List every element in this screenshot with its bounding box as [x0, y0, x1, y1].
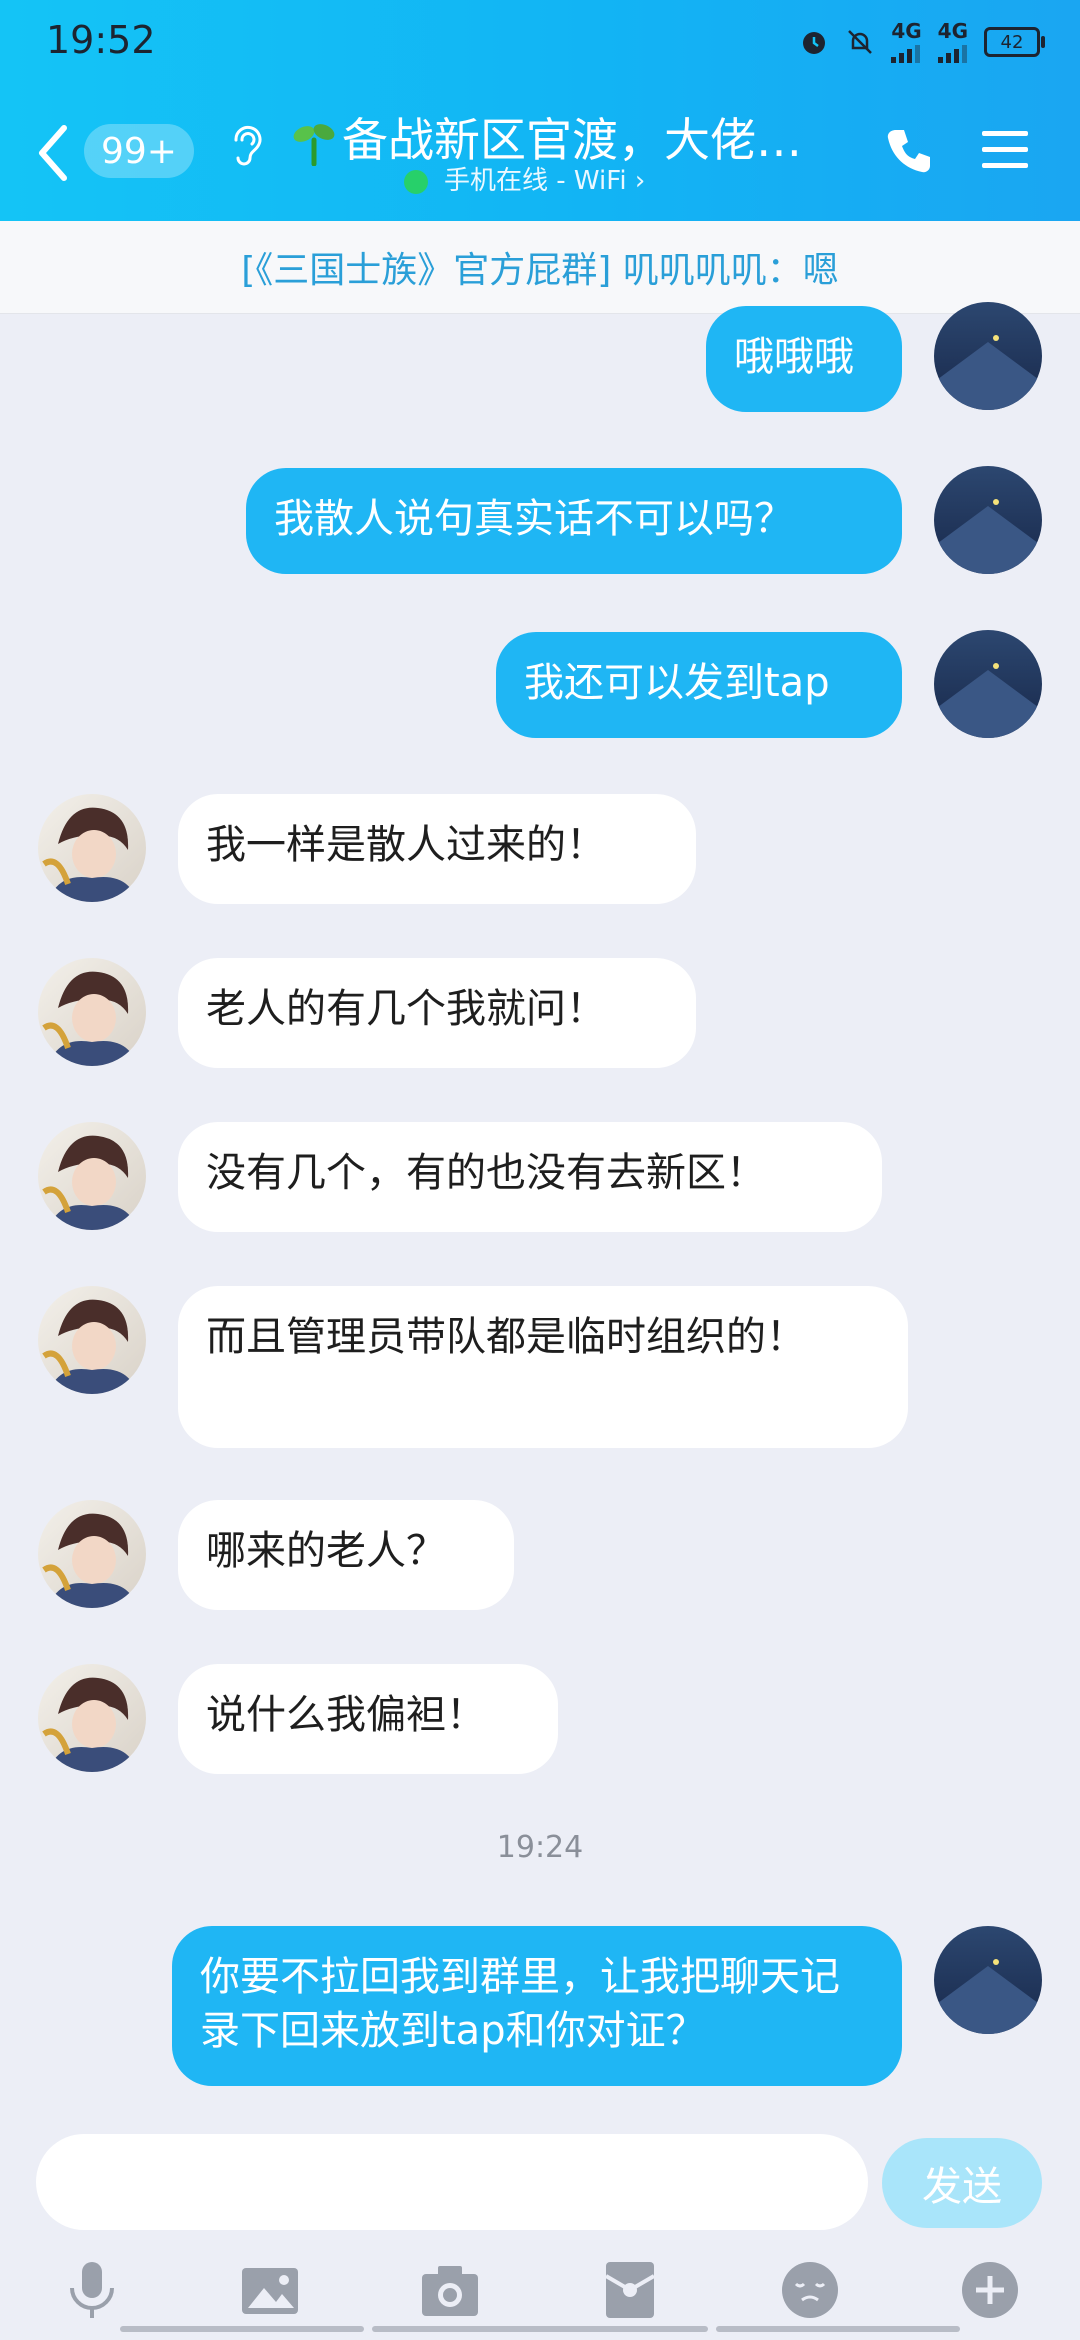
message-text: 说什么我偏袒！ — [206, 1692, 486, 1738]
gesture-bar-segment — [372, 2326, 708, 2332]
message-text: 哪来的老人？ — [206, 1528, 446, 1574]
sprout-icon — [293, 124, 335, 166]
send-button[interactable]: 发送 — [882, 2138, 1042, 2228]
group-notice-bar[interactable]: [《三国士族》官方屁群] 叽叽叽叽：嗯 — [0, 221, 1080, 314]
message-text: 哦哦哦 — [734, 334, 854, 380]
avatar-self[interactable] — [934, 302, 1042, 410]
message-text: 老人的有几个我就问！ — [206, 986, 606, 1032]
battery-level: 42 — [1000, 31, 1024, 53]
message-bubble-received[interactable]: 哪来的老人？ — [178, 1500, 514, 1610]
avatar-other[interactable] — [38, 1286, 146, 1394]
chat-header: 19:52 4G 4G 42 99+ 备战新区官渡，大佬带… 手机在线 - Wi… — [0, 0, 1080, 221]
microphone-icon[interactable] — [60, 2258, 124, 2322]
message-bubble-sent[interactable]: 哦哦哦 — [706, 306, 902, 412]
emoji-icon[interactable] — [778, 2258, 842, 2322]
message-text: 我散人说句真实话不可以吗？ — [274, 496, 794, 542]
red-packet-icon[interactable] — [598, 2258, 662, 2322]
menu-icon[interactable] — [980, 128, 1030, 172]
message-input[interactable] — [36, 2134, 868, 2230]
avatar-other[interactable] — [38, 958, 146, 1066]
online-status-dot — [404, 170, 428, 194]
message-bubble-received[interactable]: 而且管理员带队都是临时组织的！ — [178, 1286, 908, 1448]
message-timestamp: 19:24 — [496, 1830, 584, 1865]
unread-badge[interactable]: 99+ — [84, 124, 194, 178]
gesture-bar-segment — [120, 2326, 364, 2332]
image-icon[interactable] — [238, 2258, 302, 2322]
message-text: 我还可以发到tap — [524, 660, 830, 706]
avatar-self[interactable] — [934, 466, 1042, 574]
alarm-icon — [803, 32, 826, 54]
plus-icon[interactable] — [958, 2258, 1022, 2322]
avatar-other[interactable] — [38, 794, 146, 902]
network-2: 4G — [937, 19, 968, 63]
message-bubble-sent[interactable]: 我还可以发到tap — [496, 632, 902, 738]
network-1: 4G — [891, 19, 922, 63]
message-text: 而且管理员带队都是临时组织的！ — [206, 1314, 806, 1360]
avatar-self[interactable] — [934, 630, 1042, 738]
gesture-bar-segment — [716, 2326, 960, 2332]
message-text: 没有几个，有的也没有去新区！ — [206, 1150, 766, 1196]
avatar-other[interactable] — [38, 1500, 146, 1608]
message-bubble-received[interactable]: 老人的有几个我就问！ — [178, 958, 696, 1068]
chat-title[interactable]: 备战新区官渡，大佬带… — [342, 110, 842, 170]
message-text: 你要不拉回我到群里，让我把聊天记录下回来放到tap和你对证？ — [200, 1954, 840, 2054]
avatar-other[interactable] — [38, 1664, 146, 1772]
message-bubble-received[interactable]: 我一样是散人过来的！ — [178, 794, 696, 904]
message-text: 我一样是散人过来的！ — [206, 822, 606, 868]
group-notice-text: [《三国士族》官方屁群] 叽叽叽叽：嗯 — [241, 250, 839, 291]
camera-icon[interactable] — [418, 2258, 482, 2322]
battery-indicator: 42 — [984, 27, 1045, 57]
message-bubble-sent[interactable]: 我散人说句真实话不可以吗？ — [246, 468, 902, 574]
ear-icon[interactable] — [226, 120, 266, 170]
back-arrow-icon[interactable] — [30, 118, 80, 188]
status-icons: 4G 4G 42 — [799, 19, 1045, 63]
online-status-text[interactable]: 手机在线 - WiFi › — [444, 163, 645, 199]
avatar-self[interactable] — [934, 1926, 1042, 2034]
message-bubble-received[interactable]: 没有几个，有的也没有去新区！ — [178, 1122, 882, 1232]
avatar-other[interactable] — [38, 1122, 146, 1230]
message-bubble-received[interactable]: 说什么我偏袒！ — [178, 1664, 558, 1774]
message-bubble-sent[interactable]: 你要不拉回我到群里，让我把聊天记录下回来放到tap和你对证？ — [172, 1926, 902, 2086]
phone-icon[interactable] — [884, 126, 934, 176]
status-time: 19:52 — [46, 18, 156, 62]
network-2-label: 4G — [937, 19, 968, 43]
network-1-label: 4G — [891, 19, 922, 43]
mute-bell-icon — [848, 30, 873, 54]
